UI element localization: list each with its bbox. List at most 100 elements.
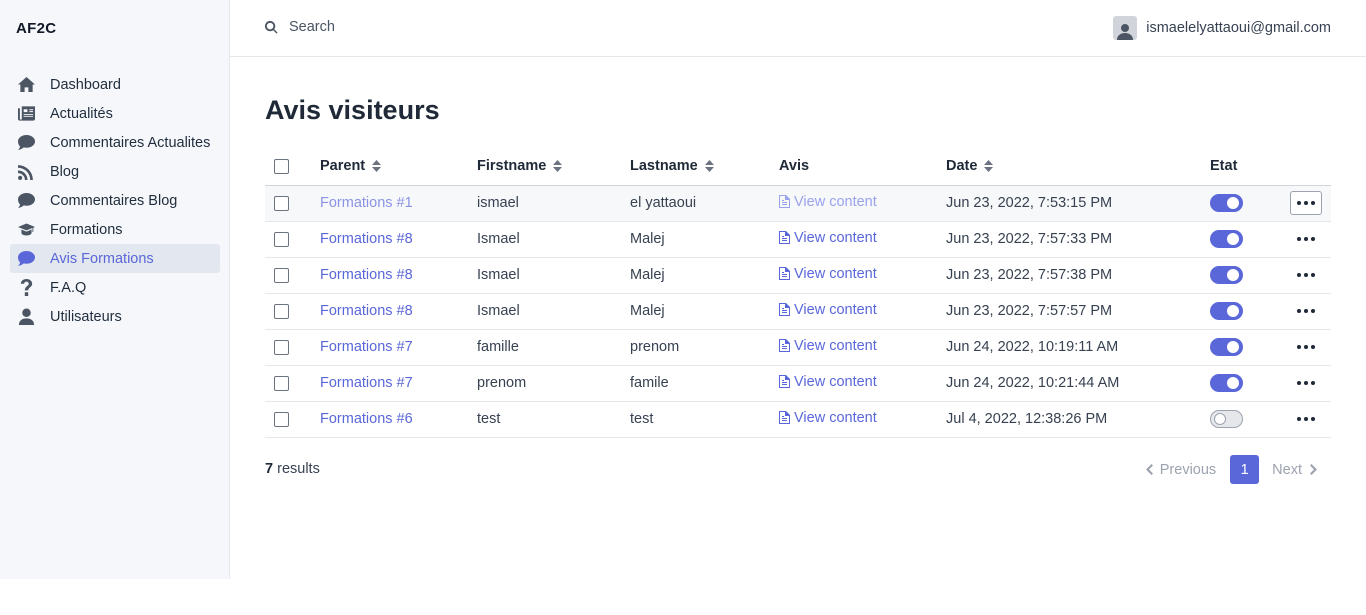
row-checkbox[interactable] — [274, 411, 289, 427]
sort-icon[interactable] — [372, 160, 382, 173]
dot — [1311, 309, 1315, 313]
parent-link[interactable]: Formations #8 — [320, 303, 413, 319]
view-content-link[interactable]: View content — [779, 194, 877, 210]
view-content-link[interactable]: View content — [779, 266, 877, 282]
firstname-cell: test — [477, 401, 630, 438]
next-page-button[interactable]: Next — [1272, 462, 1317, 478]
sidebar-item-label: Commentaires Actualites — [50, 134, 211, 151]
lastname-cell: prenom — [630, 329, 779, 366]
view-content-link[interactable]: View content — [779, 338, 877, 354]
parent-link[interactable]: Formations #7 — [320, 375, 413, 391]
more-actions-button[interactable] — [1290, 191, 1322, 215]
search-input[interactable] — [289, 19, 589, 35]
row-checkbox[interactable] — [274, 303, 289, 319]
sidebar-item-formations[interactable]: Formations — [10, 215, 220, 244]
brand-logo[interactable]: AF2C — [16, 20, 56, 37]
row-checkbox[interactable] — [274, 339, 289, 355]
sort-icon[interactable] — [704, 160, 714, 173]
dot — [1311, 417, 1315, 421]
dot — [1304, 417, 1308, 421]
column-date-label: Date — [946, 158, 978, 175]
sidebar-item-blog[interactable]: Blog — [10, 157, 220, 186]
column-date[interactable]: Date — [946, 148, 1210, 186]
file-icon — [779, 303, 794, 317]
sidebar-item-dashboard[interactable]: Dashboard — [10, 70, 220, 99]
dot — [1297, 309, 1301, 313]
firstname-cell: Ismael — [477, 257, 630, 294]
toggle-knob — [1227, 305, 1239, 317]
sidebar-item-actualites[interactable]: Actualités — [10, 99, 220, 128]
parent-link[interactable]: Formations #8 — [320, 231, 413, 247]
parent-link[interactable]: Formations #6 — [320, 411, 413, 427]
dot — [1297, 381, 1301, 385]
row-checkbox[interactable] — [274, 231, 289, 247]
view-content-link[interactable]: View content — [779, 374, 877, 390]
dot — [1297, 201, 1301, 205]
file-icon — [779, 411, 794, 425]
row-checkbox[interactable] — [274, 267, 289, 283]
page-title: Avis visiteurs — [265, 95, 440, 125]
avatar — [1113, 16, 1138, 40]
etat-toggle[interactable] — [1210, 302, 1243, 320]
row-checkbox[interactable] — [274, 375, 289, 391]
lastname-cell: el yattaoui — [630, 185, 779, 222]
user-menu[interactable]: ismaelelyattaoui@gmail.com — [1113, 16, 1331, 40]
blog-icon — [16, 162, 36, 182]
dot — [1311, 273, 1315, 277]
firstname-cell: Ismael — [477, 221, 630, 258]
parent-link[interactable]: Formations #1 — [320, 195, 413, 211]
more-actions-button[interactable] — [1290, 335, 1322, 359]
column-avis: Avis — [779, 148, 946, 186]
view-content-label: View content — [794, 193, 877, 210]
toggle-knob — [1227, 341, 1239, 353]
view-content-label: View content — [794, 409, 877, 426]
view-content-link[interactable]: View content — [779, 410, 877, 426]
row-checkbox[interactable] — [274, 195, 289, 211]
table-footer: 7 results Previous 1 Next — [265, 455, 1331, 485]
sidebar-nav: Dashboard Actualités Commentaires Actualit… — [10, 70, 220, 331]
parent-link[interactable]: Formations #8 — [320, 267, 413, 283]
file-icon — [779, 231, 794, 245]
more-actions-button[interactable] — [1290, 407, 1322, 431]
app: AF2C Dashboard Actualités Commentaires Act… — [0, 0, 1366, 615]
toggle-knob — [1227, 197, 1239, 209]
user-icon — [1117, 24, 1134, 40]
page-number-button[interactable]: 1 — [1230, 455, 1260, 484]
lastname-cell: Malej — [630, 257, 779, 294]
select-all-checkbox[interactable] — [274, 158, 289, 174]
lastname-cell: Malej — [630, 221, 779, 258]
etat-toggle[interactable] — [1210, 230, 1243, 248]
dot — [1297, 417, 1301, 421]
etat-toggle[interactable] — [1210, 266, 1243, 284]
sidebar-item-avis-formations[interactable]: Avis Formations — [10, 244, 220, 273]
view-content-link[interactable]: View content — [779, 230, 877, 246]
dot — [1311, 237, 1315, 241]
more-actions-button[interactable] — [1290, 371, 1322, 395]
file-icon — [779, 339, 794, 353]
etat-toggle[interactable] — [1210, 410, 1243, 428]
sidebar-item-commentaires-blog[interactable]: Commentaires Blog — [10, 186, 220, 215]
column-lastname[interactable]: Lastname — [630, 148, 779, 186]
view-content-link[interactable]: View content — [779, 302, 877, 318]
column-parent[interactable]: Parent — [320, 148, 477, 186]
newspaper-icon — [16, 104, 36, 124]
sidebar-item-utilisateurs[interactable]: Utilisateurs — [10, 302, 220, 331]
sidebar-item-f-a-q[interactable]: F.A.Q — [10, 273, 220, 302]
etat-toggle[interactable] — [1210, 194, 1243, 212]
more-actions-button[interactable] — [1290, 227, 1322, 251]
chevron-right-icon — [1310, 464, 1317, 475]
previous-page-button[interactable]: Previous — [1145, 462, 1216, 478]
more-actions-button[interactable] — [1290, 299, 1322, 323]
more-actions-button[interactable] — [1290, 263, 1322, 287]
sidebar-item-label: Commentaires Blog — [50, 192, 178, 209]
lastname-cell: famile — [630, 365, 779, 402]
sort-icon[interactable] — [553, 160, 563, 173]
view-content-label: View content — [794, 301, 877, 318]
sidebar-item-commentaires-actualites[interactable]: Commentaires Actualites — [10, 128, 220, 157]
table-row: Formations #7 famille prenom View content Ju… — [265, 329, 1331, 366]
sort-icon[interactable] — [984, 160, 994, 173]
column-firstname[interactable]: Firstname — [477, 148, 630, 186]
etat-toggle[interactable] — [1210, 338, 1243, 356]
parent-link[interactable]: Formations #7 — [320, 339, 413, 355]
etat-toggle[interactable] — [1210, 374, 1243, 392]
